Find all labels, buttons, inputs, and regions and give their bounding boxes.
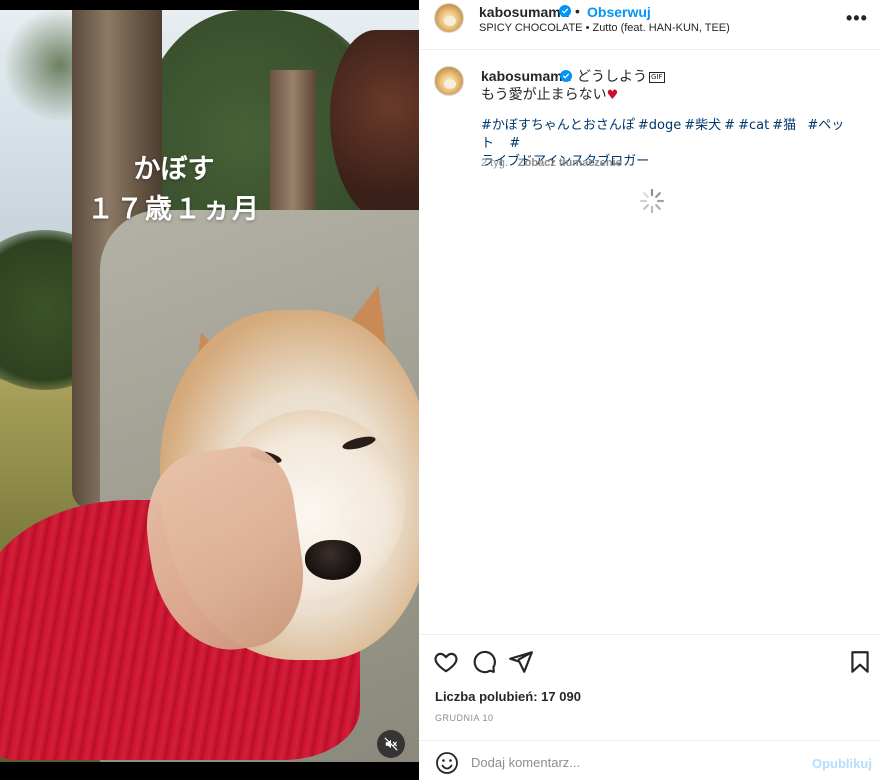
caption-username[interactable]: kabosumama [481,68,570,84]
post-details-panel: kabosumama • Obserwuj SPICY CHOCOLATE • … [419,0,881,780]
speaker-muted-icon [384,737,398,751]
caption-text: どうしよう [577,69,647,85]
audio-attribution[interactable]: SPICY CHOCOLATE • Zutto (feat. HAN-KUN, … [479,22,730,34]
emoji-icon[interactable] [435,751,459,775]
likes-count[interactable]: Liczba polubień: 17 090 [435,689,581,704]
see-translation-button[interactable]: Zobacz tłumaczenie [518,157,622,169]
follow-button[interactable]: Obserwuj [587,4,651,20]
red-heart-icon: ♥ [606,88,619,103]
hashtag-link[interactable]: #cat [738,118,769,133]
hashtag-link[interactable]: # [724,118,735,133]
comment-input[interactable] [471,749,791,775]
hashtag-link[interactable]: #柴犬 [684,118,721,133]
caption-line-1: どうしよう GIF [577,66,665,86]
comment-icon[interactable] [471,649,497,675]
post-header: kabosumama • Obserwuj SPICY CHOCOLATE • … [419,0,881,50]
share-icon[interactable] [508,649,534,675]
post-video[interactable]: かぼす １７歳１ヵ月 [0,10,419,762]
video-dog-nose [305,540,361,580]
comment-bar: Opublikuj [419,740,881,780]
separator-dot: • [575,3,580,19]
post-media[interactable]: かぼす １７歳１ヵ月 [0,0,419,780]
publish-button[interactable]: Opublikuj [812,756,872,771]
bookmark-icon[interactable] [847,649,873,675]
video-caption-age: １７歳１ヵ月 [87,194,261,225]
mute-button[interactable] [377,730,405,758]
hashtag-link[interactable]: # [509,136,520,151]
verified-badge-icon [559,5,571,17]
post-age[interactable]: 2 tyg. [481,157,508,169]
more-options-icon[interactable]: ••• [846,8,868,29]
hashtag-link[interactable]: #doge [638,118,681,133]
hashtag-link[interactable]: #猫 [772,118,796,133]
caption-line-2: もう愛が止まらない♥ [481,84,618,104]
gif-icon: GIF [649,72,665,83]
heart-icon[interactable] [433,649,459,675]
video-caption-name: かぼす [133,154,215,185]
avatar[interactable] [434,3,464,33]
author-username[interactable]: kabosumama [479,4,568,20]
post-date[interactable]: GRUDNIA 10 [435,713,494,723]
loading-spinner-icon [639,188,665,214]
verified-badge-icon [560,70,572,82]
hashtag-link[interactable]: #かぼすちゃんとおさんぽ [481,118,635,133]
caption-text: もう愛が止まらない [481,87,607,103]
caption-meta: 2 tyg. Zobacz tłumaczenie [481,157,622,169]
avatar[interactable] [434,66,464,96]
